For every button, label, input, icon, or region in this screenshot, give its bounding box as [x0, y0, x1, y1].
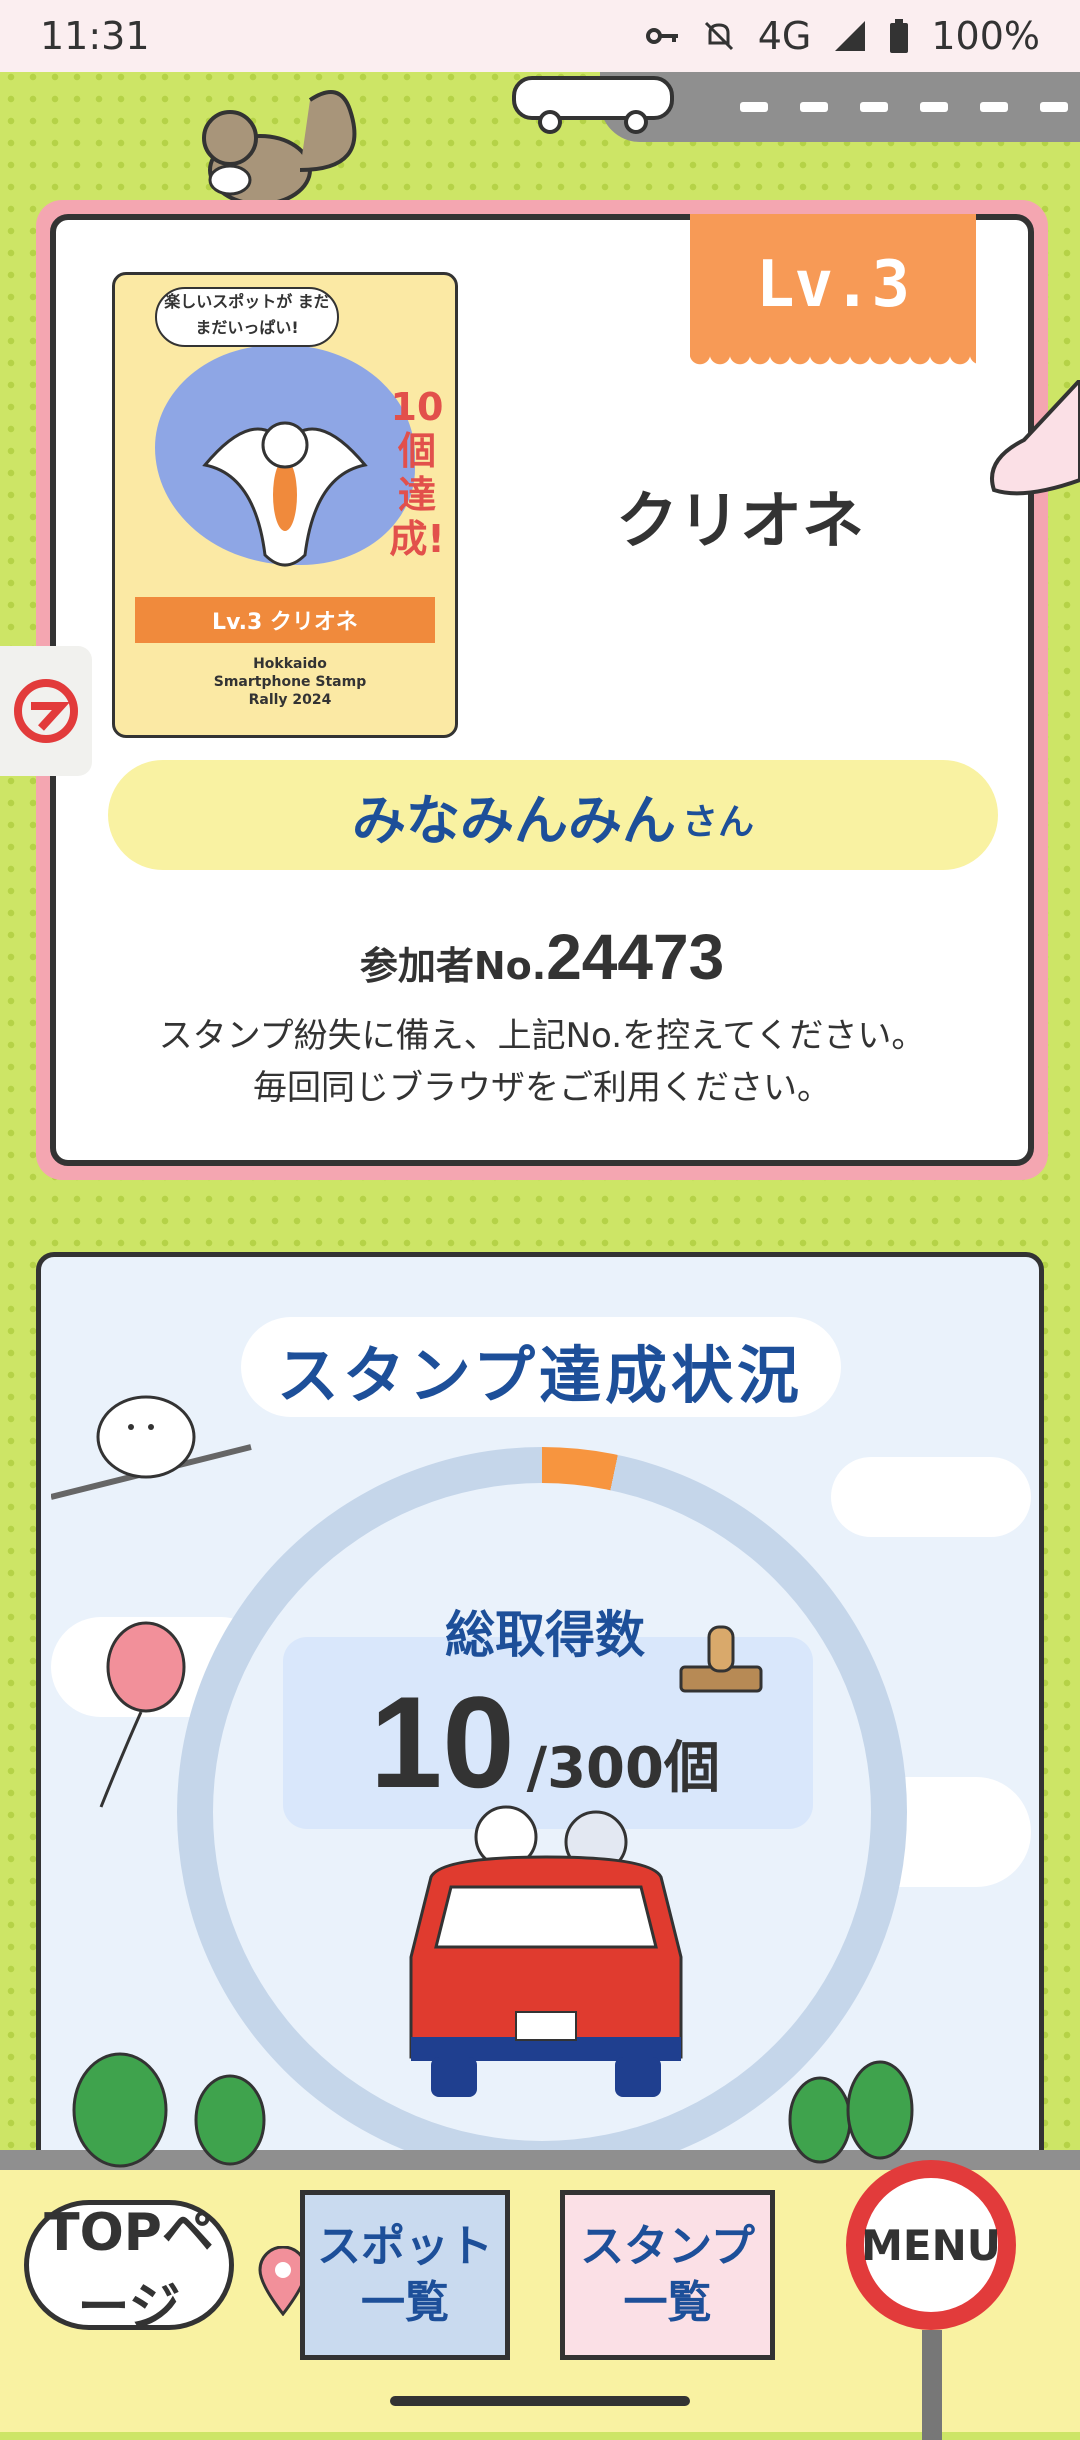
road-dash: [740, 102, 768, 112]
top-page-button[interactable]: TOPページ: [24, 2200, 234, 2338]
stamp-list-button[interactable]: スタンプ一覧: [560, 2190, 775, 2360]
car-illustration-icon: [512, 76, 674, 134]
flying-squirrel-icon: [202, 421, 368, 567]
stamp-card-count: 10個達成!: [389, 385, 445, 561]
stamp-count: 10: [370, 1669, 515, 1815]
level-name: クリオネ: [616, 484, 865, 557]
user-name: みなみんみん: [351, 788, 676, 852]
app-logo-icon: [14, 679, 78, 743]
key-icon: [645, 28, 678, 44]
profile-card-inner: Lv.3 楽しいスポットが まだまだいっぱい! 10個達成! Lv.3 クリオネ…: [50, 214, 1034, 1166]
participant-label: 参加者No.: [359, 944, 547, 988]
total-label: 総取得数: [445, 1606, 645, 1664]
stamp-tool-icon: [679, 1625, 763, 1693]
status-time: 11:31: [40, 14, 150, 58]
stamp-card-bubble: 楽しいスポットが まだまだいっぱい!: [155, 287, 339, 347]
road-dash: [860, 102, 888, 112]
side-tab-icon[interactable]: [0, 646, 92, 776]
road-dash: [980, 102, 1008, 112]
stamp-card-footer: Hokkaido Smartphone Stamp Rally 2024: [213, 656, 367, 708]
level-badge: Lv.3: [690, 214, 976, 370]
bottom-navigation: TOPページ スポット一覧 スタンプ一覧 MENU: [0, 2160, 1080, 2440]
participant-number: 24473: [546, 921, 725, 993]
participant-number-row: 参加者No.24473: [56, 920, 1028, 994]
cloud-right: [831, 1457, 1031, 1537]
mute-icon: [704, 21, 733, 51]
profile-card: Lv.3 楽しいスポットが まだまだいっぱい! 10個達成! Lv.3 クリオネ…: [36, 200, 1048, 1180]
squirrel-icon: [202, 90, 357, 206]
hand-decoration-icon: [990, 380, 1080, 496]
road-dash: [1040, 102, 1068, 112]
stamp-card-ribbon: Lv.3 クリオネ: [135, 597, 435, 643]
red-car-icon: [409, 1805, 683, 2097]
user-name-suffix: さん: [681, 802, 754, 843]
road-dash: [920, 102, 948, 112]
home-indicator[interactable]: [390, 2396, 690, 2406]
user-name-pill: みなみんみん さん: [108, 760, 998, 870]
note-line-1: スタンプ紛失に備え、上記No.を控えてください。: [158, 1016, 926, 1056]
road-dash: [800, 102, 828, 112]
stamp-card-image: 楽しいスポットが まだまだいっぱい! 10個達成! Lv.3 クリオネ Hokk…: [112, 272, 458, 738]
count-row: 10/300個: [41, 1667, 1039, 1817]
bird-on-branch-icon: [51, 1395, 252, 1500]
menu-sign-post: [922, 2330, 942, 2440]
network-type: 4G: [757, 14, 812, 58]
signal-icon: [835, 21, 866, 51]
note-text: スタンプ紛失に備え、上記No.を控えてください。 毎回同じブラウザをご利用くださ…: [56, 1010, 1028, 1114]
battery-icon: [890, 19, 909, 53]
battery-percent: 100%: [931, 14, 1040, 58]
note-line-2: 毎回同じブラウザをご利用ください。: [253, 1068, 831, 1108]
status-bar: 11:31 4G 100%: [0, 0, 1080, 72]
spot-list-button[interactable]: スポット一覧: [300, 2190, 510, 2360]
menu-button[interactable]: MENU: [846, 2160, 1016, 2330]
stamp-total: /300個: [526, 1736, 720, 1801]
